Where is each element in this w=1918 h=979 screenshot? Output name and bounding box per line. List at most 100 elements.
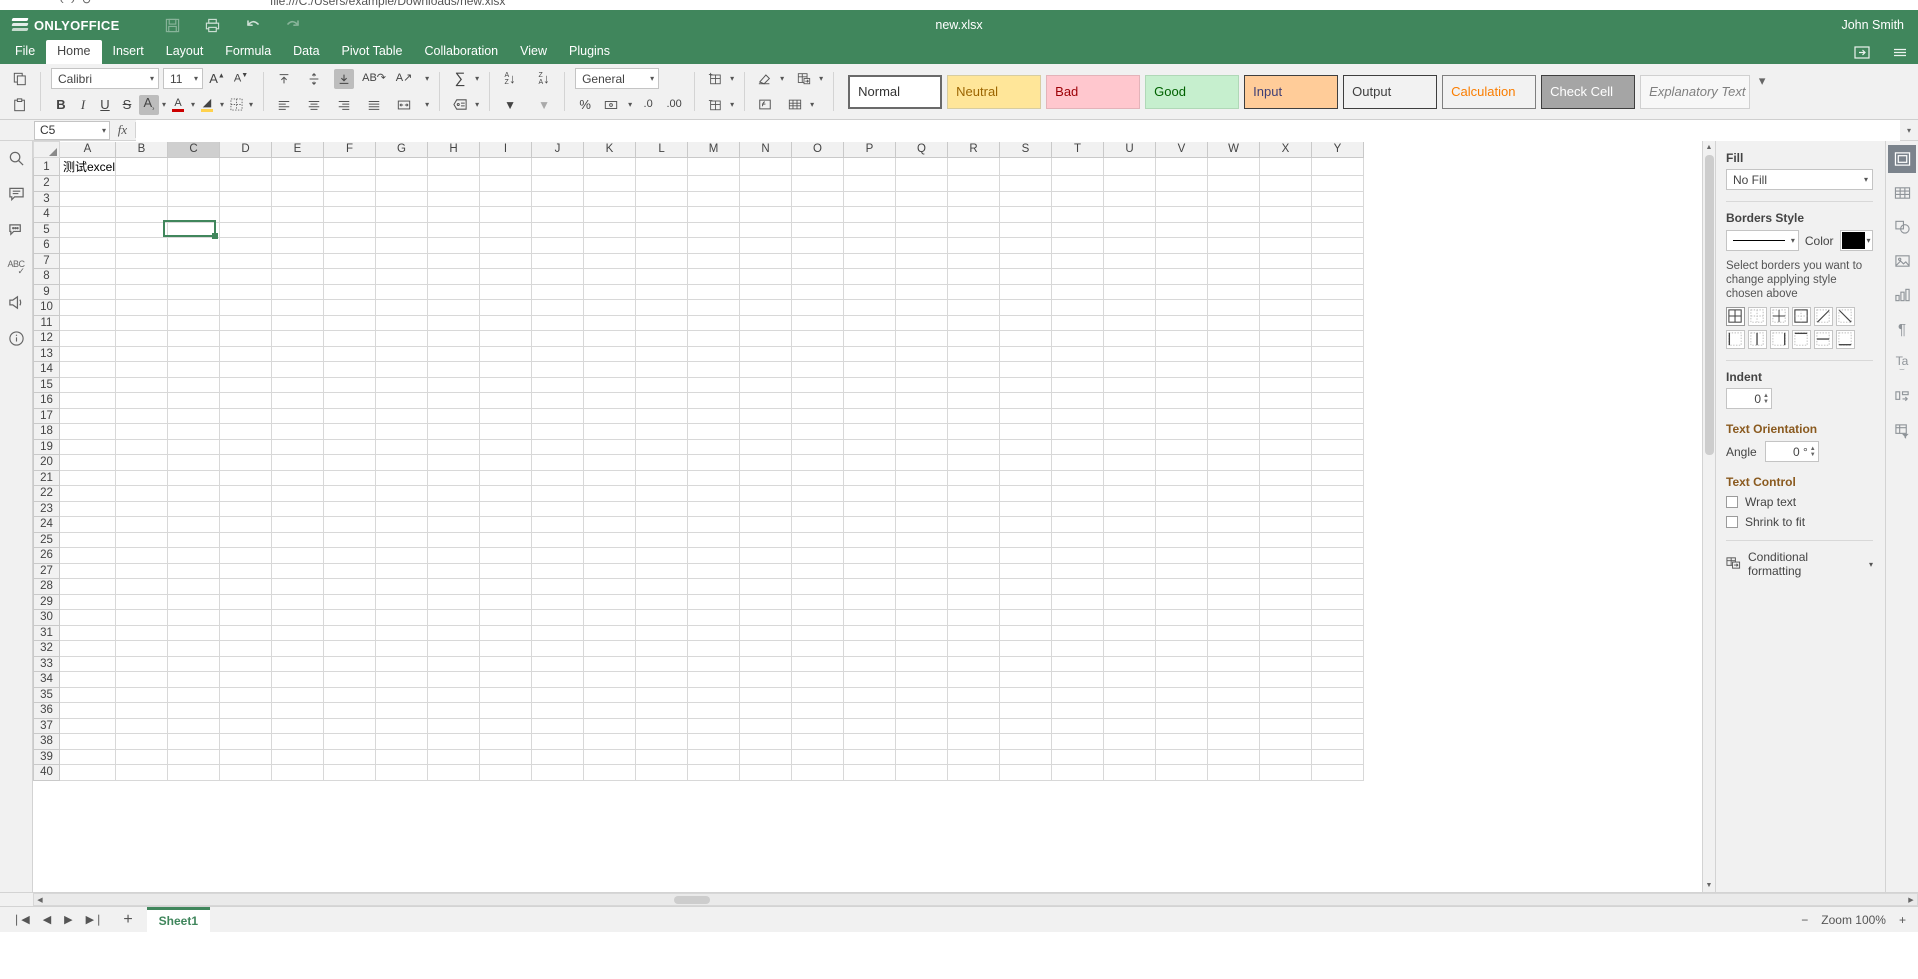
cell-Y16[interactable] (1311, 392, 1365, 409)
cell-L19[interactable] (635, 438, 689, 455)
cell-C34[interactable] (167, 671, 221, 688)
cell-W5[interactable] (1207, 221, 1261, 238)
cell-H40[interactable] (427, 764, 481, 781)
cell-C36[interactable] (167, 702, 221, 719)
cell-G32[interactable] (375, 640, 429, 657)
cell-J9[interactable] (531, 283, 585, 300)
cell-style-check-cell[interactable]: Check Cell (1541, 74, 1636, 109)
row-header-1[interactable]: 1 (33, 157, 60, 176)
cell-C39[interactable] (167, 748, 221, 765)
cell-G20[interactable] (375, 454, 429, 471)
cell-X23[interactable] (1259, 500, 1313, 517)
cell-R15[interactable] (947, 376, 1001, 393)
cell-L13[interactable] (635, 345, 689, 362)
cell-W27[interactable] (1207, 562, 1261, 579)
pivot-settings-icon[interactable] (1888, 417, 1916, 445)
cell-D31[interactable] (219, 624, 273, 641)
cell-B10[interactable] (115, 299, 169, 316)
vertical-scroll-thumb[interactable] (1705, 155, 1714, 455)
cell-T19[interactable] (1051, 438, 1105, 455)
cell-X13[interactable] (1259, 345, 1313, 362)
cell-style-explanatory-text[interactable]: Explanatory Text (1640, 74, 1751, 109)
cell-C26[interactable] (167, 547, 221, 564)
cell-U29[interactable] (1103, 593, 1157, 610)
cell-L4[interactable] (635, 206, 689, 223)
cell-K34[interactable] (583, 671, 637, 688)
cell-I35[interactable] (479, 686, 533, 703)
cell-A36[interactable] (58, 702, 117, 719)
cell-I20[interactable] (479, 454, 533, 471)
cell-V3[interactable] (1155, 190, 1209, 207)
cell-O6[interactable] (791, 237, 845, 254)
cell-O19[interactable] (791, 438, 845, 455)
cell-F11[interactable] (323, 314, 377, 331)
row-header-5[interactable]: 5 (33, 221, 60, 238)
cell-N17[interactable] (739, 407, 793, 424)
cell-F14[interactable] (323, 361, 377, 378)
cell-F4[interactable] (323, 206, 377, 223)
cell-I1[interactable] (479, 157, 533, 176)
cell-L14[interactable] (635, 361, 689, 378)
cell-P4[interactable] (843, 206, 897, 223)
cell-L22[interactable] (635, 485, 689, 502)
cell-N26[interactable] (739, 547, 793, 564)
cell-A25[interactable] (58, 531, 117, 548)
cell-T3[interactable] (1051, 190, 1105, 207)
tab-view[interactable]: View (509, 40, 558, 64)
chevron-down-icon[interactable]: ▾ (191, 100, 195, 109)
cell-Q15[interactable] (895, 376, 949, 393)
cell-Q14[interactable] (895, 361, 949, 378)
cell-N19[interactable] (739, 438, 793, 455)
cell-M5[interactable] (687, 221, 741, 238)
cell-A39[interactable] (58, 748, 117, 765)
cell-H28[interactable] (427, 578, 481, 595)
cell-P37[interactable] (843, 717, 897, 734)
cell-T15[interactable] (1051, 376, 1105, 393)
cell-X34[interactable] (1259, 671, 1313, 688)
cell-S22[interactable] (999, 485, 1053, 502)
percent-style-icon[interactable]: % (575, 95, 595, 115)
cell-M2[interactable] (687, 175, 741, 192)
cell-Y17[interactable] (1311, 407, 1365, 424)
cell-G35[interactable] (375, 686, 429, 703)
cell-U40[interactable] (1103, 764, 1157, 781)
stepper-arrows-icon[interactable]: ▲ ▼ (1763, 393, 1769, 405)
cell-H25[interactable] (427, 531, 481, 548)
cell-D2[interactable] (219, 175, 273, 192)
fill-color-icon[interactable]: ◢ (197, 95, 217, 115)
column-header-R[interactable]: R (947, 141, 1001, 158)
cell-C16[interactable] (167, 392, 221, 409)
cell-D24[interactable] (219, 516, 273, 533)
cell-F35[interactable] (323, 686, 377, 703)
cell-N1[interactable] (739, 157, 793, 176)
cell-T33[interactable] (1051, 655, 1105, 672)
cell-U17[interactable] (1103, 407, 1157, 424)
cell-N37[interactable] (739, 717, 793, 734)
cell-I21[interactable] (479, 469, 533, 486)
cell-Q32[interactable] (895, 640, 949, 657)
cell-S17[interactable] (999, 407, 1053, 424)
cell-J32[interactable] (531, 640, 585, 657)
tab-insert[interactable]: Insert (102, 40, 155, 64)
cell-W28[interactable] (1207, 578, 1261, 595)
cell-M20[interactable] (687, 454, 741, 471)
cell-F31[interactable] (323, 624, 377, 641)
cell-X40[interactable] (1259, 764, 1313, 781)
cell-Q21[interactable] (895, 469, 949, 486)
cell-F27[interactable] (323, 562, 377, 579)
cell-V33[interactable] (1155, 655, 1209, 672)
last-sheet-button[interactable]: ▶❘ (86, 913, 104, 926)
cell-C9[interactable] (167, 283, 221, 300)
cell-V36[interactable] (1155, 702, 1209, 719)
cell-O14[interactable] (791, 361, 845, 378)
cell-G36[interactable] (375, 702, 429, 719)
cell-X8[interactable] (1259, 268, 1313, 285)
cell-Q26[interactable] (895, 547, 949, 564)
cell-R16[interactable] (947, 392, 1001, 409)
cell-P30[interactable] (843, 609, 897, 626)
cell-K27[interactable] (583, 562, 637, 579)
cell-B7[interactable] (115, 252, 169, 269)
cell-P29[interactable] (843, 593, 897, 610)
cell-E27[interactable] (271, 562, 325, 579)
cell-K10[interactable] (583, 299, 637, 316)
